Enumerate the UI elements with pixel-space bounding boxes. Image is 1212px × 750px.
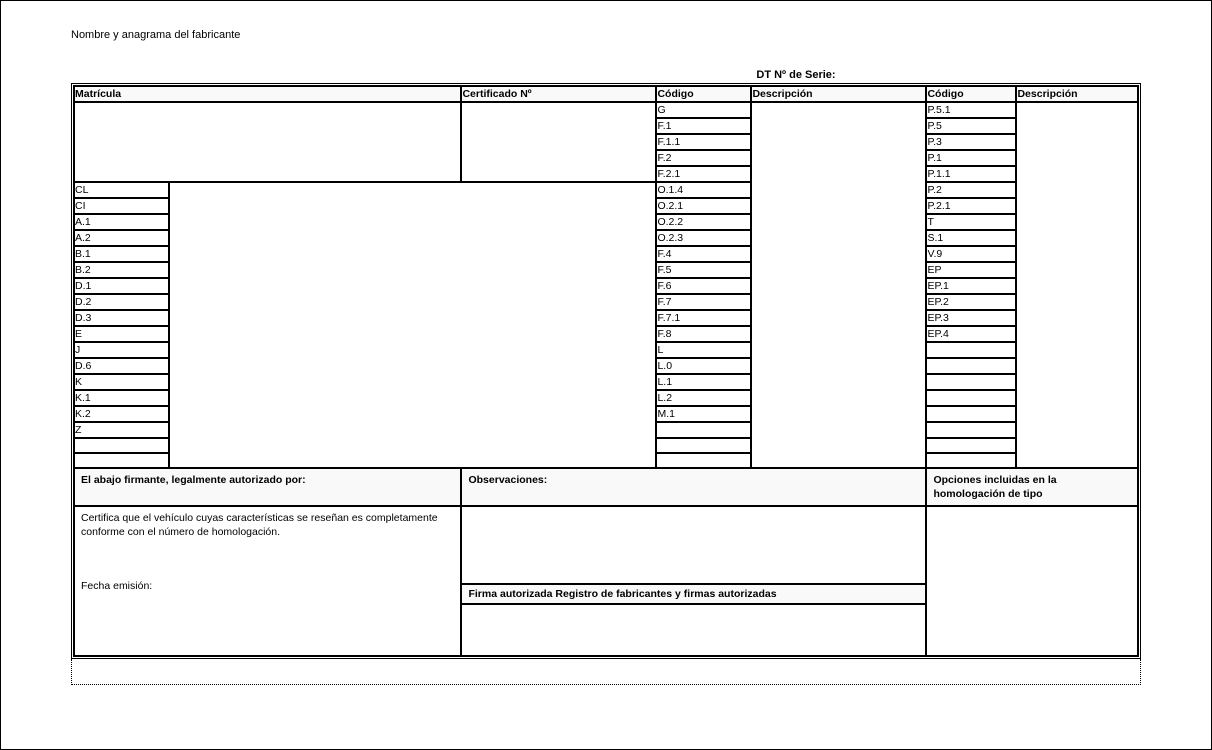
code-left-cell: A.1 [74, 214, 169, 230]
opciones-label: Opciones incluidas en la homologación de… [926, 468, 1138, 506]
header-descripcion-1: Descripción [751, 86, 926, 102]
code-right-cell: EP.1 [926, 278, 1016, 294]
observaciones-blank [461, 506, 926, 584]
code-mid-cell: F.4 [656, 246, 751, 262]
firma-label: Firma autorizada Registro de fabricantes… [461, 584, 926, 604]
code-left-cell: B.1 [74, 246, 169, 262]
code-right-cell: EP.4 [926, 326, 1016, 342]
code-left-cell: D.6 [74, 358, 169, 374]
code-right-cell [926, 453, 1016, 468]
code-right-cell: P.2 [926, 182, 1016, 198]
code-left-cell: CI [74, 198, 169, 214]
code-mid-cell [656, 438, 751, 453]
code-right-cell: EP [926, 262, 1016, 278]
code-left-cell: D.1 [74, 278, 169, 294]
code-mid-cell: F.5 [656, 262, 751, 278]
code-mid-cell: L.2 [656, 390, 751, 406]
code-mid-cell: O.1.4 [656, 182, 751, 198]
header-matricula: Matrícula [74, 86, 461, 102]
bottom-header-row: El abajo firmante, legalmente autorizado… [74, 468, 1138, 506]
main-form-table: Matrícula Certificado Nº Código Descripc… [71, 83, 1141, 659]
descripcion-1-blank [751, 102, 926, 468]
code-left-cell: A.2 [74, 230, 169, 246]
descripcion-2-blank [1016, 102, 1138, 468]
code-right-cell: EP.3 [926, 310, 1016, 326]
code-right-cell [926, 374, 1016, 390]
code-left-cell: Z [74, 422, 169, 438]
certificado-blank [461, 102, 656, 182]
code-right-cell [926, 342, 1016, 358]
code-right-cell: P.2.1 [926, 198, 1016, 214]
code-mid-cell: L.0 [656, 358, 751, 374]
code-mid-cell: F.2.1 [656, 166, 751, 182]
code-mid-cell [656, 453, 751, 468]
code-mid-cell [656, 422, 751, 438]
certify-text: Certifica que el vehículo cuyas caracter… [81, 511, 454, 539]
code-mid-cell: F.1 [656, 118, 751, 134]
code-right-cell: EP.2 [926, 294, 1016, 310]
firma-blank [461, 604, 926, 656]
code-left-cell: J [74, 342, 169, 358]
code-left-cell: D.3 [74, 310, 169, 326]
code-left-cell: K.1 [74, 390, 169, 406]
code-left-cell: D.2 [74, 294, 169, 310]
code-left-cell: CL [74, 182, 169, 198]
code-mid-cell: M.1 [656, 406, 751, 422]
code-mid-cell: F.8 [656, 326, 751, 342]
observaciones-label: Observaciones: [461, 468, 926, 506]
code-mid-cell: F.1.1 [656, 134, 751, 150]
header-descripcion-2: Descripción [1016, 86, 1138, 102]
code-left-cell [74, 453, 169, 468]
code-mid-cell: F.7 [656, 294, 751, 310]
code-left-cell: B.2 [74, 262, 169, 278]
data-row: G P.5.1 [74, 102, 1138, 118]
code-right-cell: P.3 [926, 134, 1016, 150]
code-left-cell [74, 438, 169, 453]
code-right-cell: P.5.1 [926, 102, 1016, 118]
code-right-cell [926, 406, 1016, 422]
code-left-cell: K.2 [74, 406, 169, 422]
code-mid-cell: G [656, 102, 751, 118]
data-row: CL O.1.4 P.2 [74, 182, 1138, 198]
code-mid-cell: F.7.1 [656, 310, 751, 326]
code-mid-cell: L.1 [656, 374, 751, 390]
bottom-content-row: Certifica que el vehículo cuyas caracter… [74, 506, 1138, 584]
code-right-cell [926, 438, 1016, 453]
code-mid-cell: O.2.3 [656, 230, 751, 246]
code-right-cell: P.5 [926, 118, 1016, 134]
code-mid-cell: L [656, 342, 751, 358]
code-right-cell: P.1 [926, 150, 1016, 166]
code-left-cell: K [74, 374, 169, 390]
code-right-cell: T [926, 214, 1016, 230]
header-codigo-1: Código [656, 86, 751, 102]
opciones-blank [926, 506, 1138, 656]
fecha-label: Fecha emisión: [81, 579, 454, 593]
manufacturer-name-line: Nombre y anagrama del fabricante [71, 29, 1141, 41]
code-right-cell [926, 358, 1016, 374]
code-right-cell: S.1 [926, 230, 1016, 246]
code-mid-cell: O.2.1 [656, 198, 751, 214]
code-right-cell: P.1.1 [926, 166, 1016, 182]
left-blank-area [169, 182, 656, 468]
serial-label: DT Nº de Serie: [71, 69, 1141, 81]
code-mid-cell: F.6 [656, 278, 751, 294]
signer-label: El abajo firmante, legalmente autorizado… [74, 468, 461, 506]
code-mid-cell: F.2 [656, 150, 751, 166]
document-page: Nombre y anagrama del fabricante DT Nº d… [0, 0, 1212, 750]
code-mid-cell: O.2.2 [656, 214, 751, 230]
table-header-row: Matrícula Certificado Nº Código Descripc… [74, 86, 1138, 102]
header-codigo-2: Código [926, 86, 1016, 102]
certify-block: Certifica que el vehículo cuyas caracter… [74, 506, 461, 656]
code-right-cell [926, 422, 1016, 438]
code-right-cell: V.9 [926, 246, 1016, 262]
code-left-cell: E [74, 326, 169, 342]
code-right-cell [926, 390, 1016, 406]
footer-dotted-area [71, 659, 1141, 685]
header-certificado: Certificado Nº [461, 86, 656, 102]
matricula-blank [74, 102, 461, 182]
